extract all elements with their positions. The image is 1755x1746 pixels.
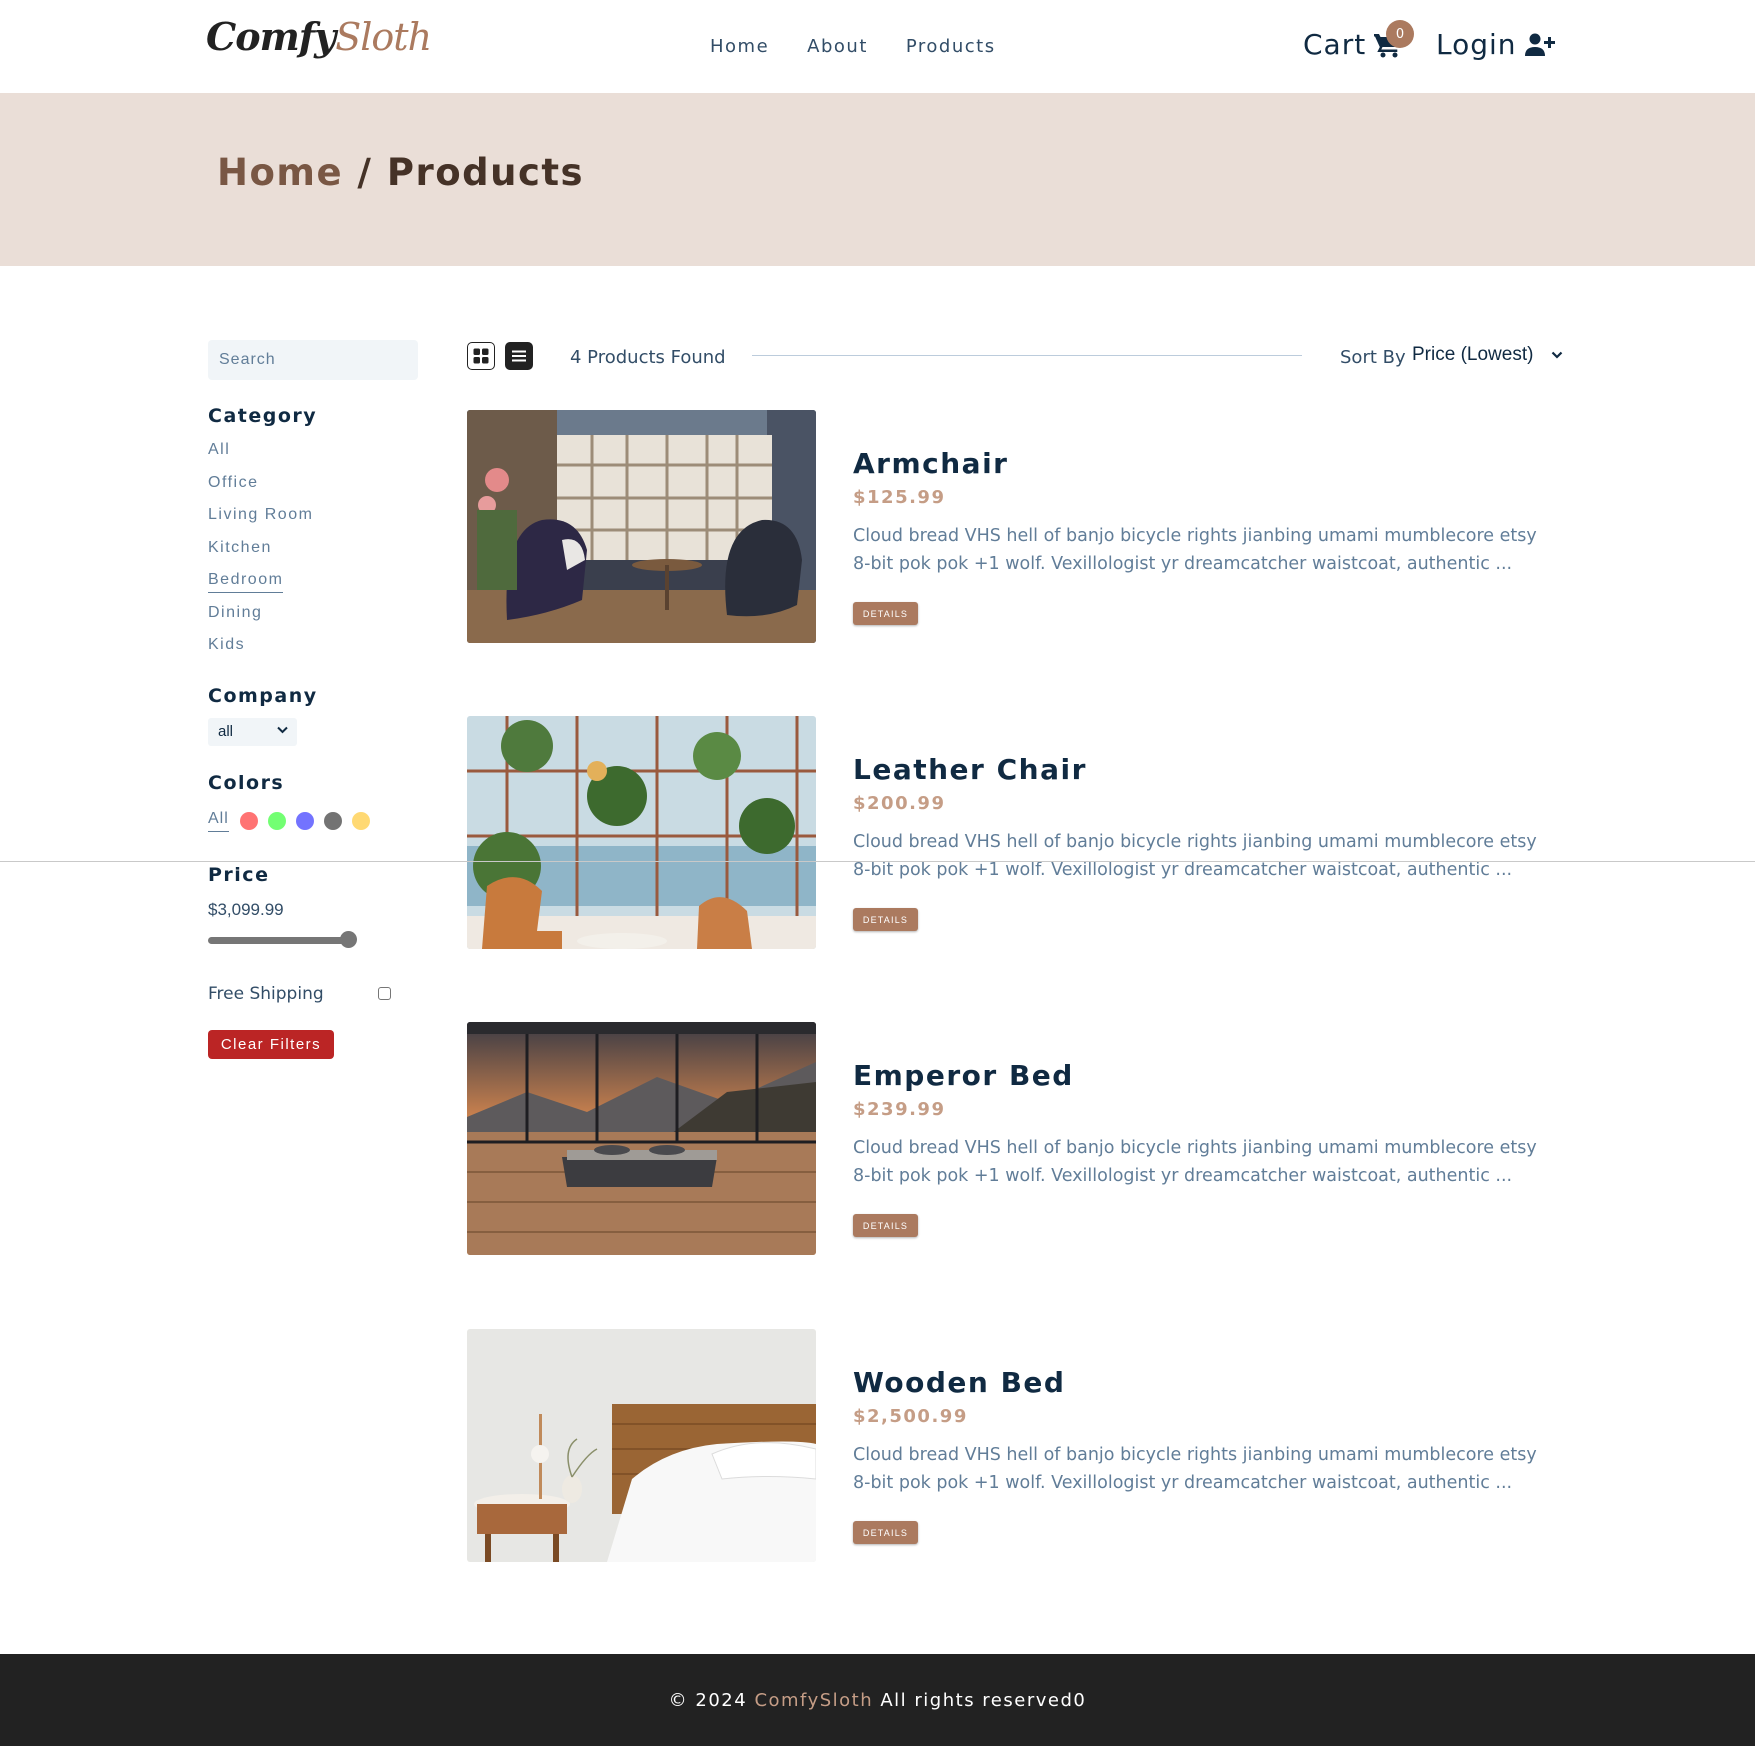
product-image-emperor-bed[interactable]	[467, 1022, 816, 1255]
product-price: $2,500.99	[853, 1406, 968, 1427]
sort-label: Sort By	[1340, 347, 1406, 368]
product-card-armchair: Armchair $125.99 Cloud bread VHS hell of…	[467, 410, 1567, 643]
breadcrumb-current: Products	[386, 151, 585, 194]
company-select[interactable]: all	[208, 718, 297, 746]
product-name: Armchair	[853, 447, 1009, 480]
price-heading: Price	[208, 864, 270, 886]
details-button[interactable]: DETAILS	[853, 1521, 918, 1544]
product-price: $125.99	[853, 487, 946, 508]
details-button[interactable]: DETAILS	[853, 908, 918, 931]
breadcrumb-home-link[interactable]: Home	[217, 151, 343, 194]
cart-count-badge: 0	[1386, 20, 1414, 48]
chevron-down-icon	[1552, 351, 1563, 359]
details-button[interactable]: DETAILS	[853, 1214, 918, 1237]
category-item-office[interactable]: Office	[208, 473, 313, 506]
product-description: Cloud bread VHS hell of banjo bicycle ri…	[853, 1445, 1537, 1493]
product-name: Wooden Bed	[853, 1366, 1066, 1399]
category-item-all[interactable]: All	[208, 440, 313, 473]
logo-part-comfy: Comfy	[206, 14, 336, 59]
price-slider-handle[interactable]	[340, 931, 357, 948]
category-list: All Office Living Room Kitchen Bedroom D…	[208, 440, 313, 668]
product-description: Cloud bread VHS hell of banjo bicycle ri…	[853, 526, 1537, 574]
category-item-bedroom[interactable]: Bedroom	[208, 570, 313, 603]
grid-view-button[interactable]	[467, 342, 495, 370]
price-value: $3,099.99	[208, 900, 284, 919]
category-item-dining[interactable]: Dining	[208, 603, 313, 636]
free-shipping-label: Free Shipping	[208, 984, 324, 1004]
search-input[interactable]	[208, 340, 418, 380]
color-swatch-red[interactable]	[239, 812, 258, 830]
colors-row: All	[208, 810, 380, 832]
product-price: $239.99	[853, 1099, 946, 1120]
user-plus-icon	[1524, 33, 1555, 56]
color-swatch-black[interactable]	[323, 812, 342, 830]
product-card-leather-chair: Leather Chair $200.99 Cloud bread VHS he…	[467, 716, 1567, 949]
page-hero: Home / Products	[0, 93, 1755, 266]
footer-copyright: © 2024 ComfySloth All rights reserved0	[668, 1689, 1087, 1711]
product-card-wooden-bed: Wooden Bed $2,500.99 Cloud bread VHS hel…	[467, 1329, 1567, 1562]
product-name: Leather Chair	[853, 753, 1087, 786]
category-item-living-room[interactable]: Living Room	[208, 505, 313, 538]
breadcrumb-separator: /	[343, 151, 387, 194]
product-card-emperor-bed: Emperor Bed $239.99 Cloud bread VHS hell…	[467, 1022, 1567, 1255]
product-image-armchair[interactable]	[467, 410, 816, 643]
free-shipping-checkbox[interactable]	[378, 987, 391, 1000]
color-swatch-blue[interactable]	[295, 812, 314, 830]
price-slider-track[interactable]	[208, 937, 356, 944]
product-description: Cloud bread VHS hell of banjo bicycle ri…	[853, 832, 1537, 880]
nav-link-products[interactable]: Products	[906, 36, 996, 57]
nav-links: Home About Products	[710, 36, 996, 57]
product-description: Cloud bread VHS hell of banjo bicycle ri…	[853, 1138, 1537, 1186]
navbar: ComfySloth Home About Products Cart 0 Lo…	[0, 0, 1755, 93]
list-view-button[interactable]	[505, 342, 533, 370]
chevron-down-icon	[277, 726, 288, 734]
list-view-icon	[512, 350, 526, 362]
color-swatch-yellow[interactable]	[351, 812, 370, 830]
category-heading: Category	[208, 405, 318, 427]
toolbar-divider	[752, 355, 1302, 356]
footer-brand: ComfySloth	[754, 1689, 874, 1711]
category-item-kids[interactable]: Kids	[208, 635, 313, 668]
product-price: $200.99	[853, 793, 946, 814]
clear-filters-button[interactable]: Clear Filters	[208, 1030, 334, 1059]
nav-link-home[interactable]: Home	[710, 36, 769, 57]
login-button[interactable]: Login	[1436, 28, 1555, 61]
color-all-button[interactable]: All	[208, 810, 229, 832]
logo[interactable]: ComfySloth	[206, 14, 432, 59]
products-found-count: 4 Products Found	[570, 347, 726, 368]
product-name: Emperor Bed	[853, 1059, 1074, 1092]
colors-heading: Colors	[208, 772, 285, 794]
cart-label: Cart	[1303, 28, 1367, 61]
company-heading: Company	[208, 685, 318, 707]
nav-link-about[interactable]: About	[807, 36, 868, 57]
color-swatch-green[interactable]	[267, 812, 286, 830]
company-select-value: all	[218, 723, 234, 740]
sort-select-value: Price (Lowest)	[1412, 344, 1534, 365]
logo-part-sloth: Sloth	[335, 15, 432, 59]
details-button[interactable]: DETAILS	[853, 602, 918, 625]
product-image-leather-chair[interactable]	[467, 716, 816, 949]
login-label: Login	[1436, 28, 1517, 61]
breadcrumb: Home / Products	[217, 151, 584, 194]
footer: © 2024 ComfySloth All rights reserved0	[0, 1654, 1755, 1746]
category-item-kitchen[interactable]: Kitchen	[208, 538, 313, 571]
sort-select[interactable]: Price (Lowest)	[1412, 344, 1563, 366]
product-image-wooden-bed[interactable]	[467, 1329, 816, 1562]
grid-view-icon	[473, 348, 489, 364]
horizontal-rule	[0, 861, 1755, 862]
